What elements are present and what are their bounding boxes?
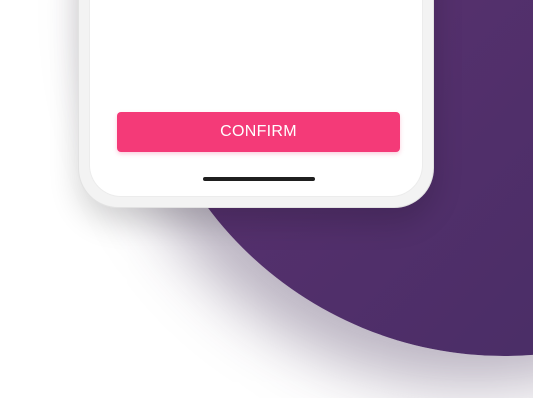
phone-frame: CONFIRM <box>78 0 434 208</box>
canvas: CONFIRM <box>0 0 533 398</box>
phone-screen: CONFIRM <box>89 0 423 197</box>
confirm-button[interactable]: CONFIRM <box>117 112 400 152</box>
home-indicator-icon[interactable] <box>203 177 315 181</box>
